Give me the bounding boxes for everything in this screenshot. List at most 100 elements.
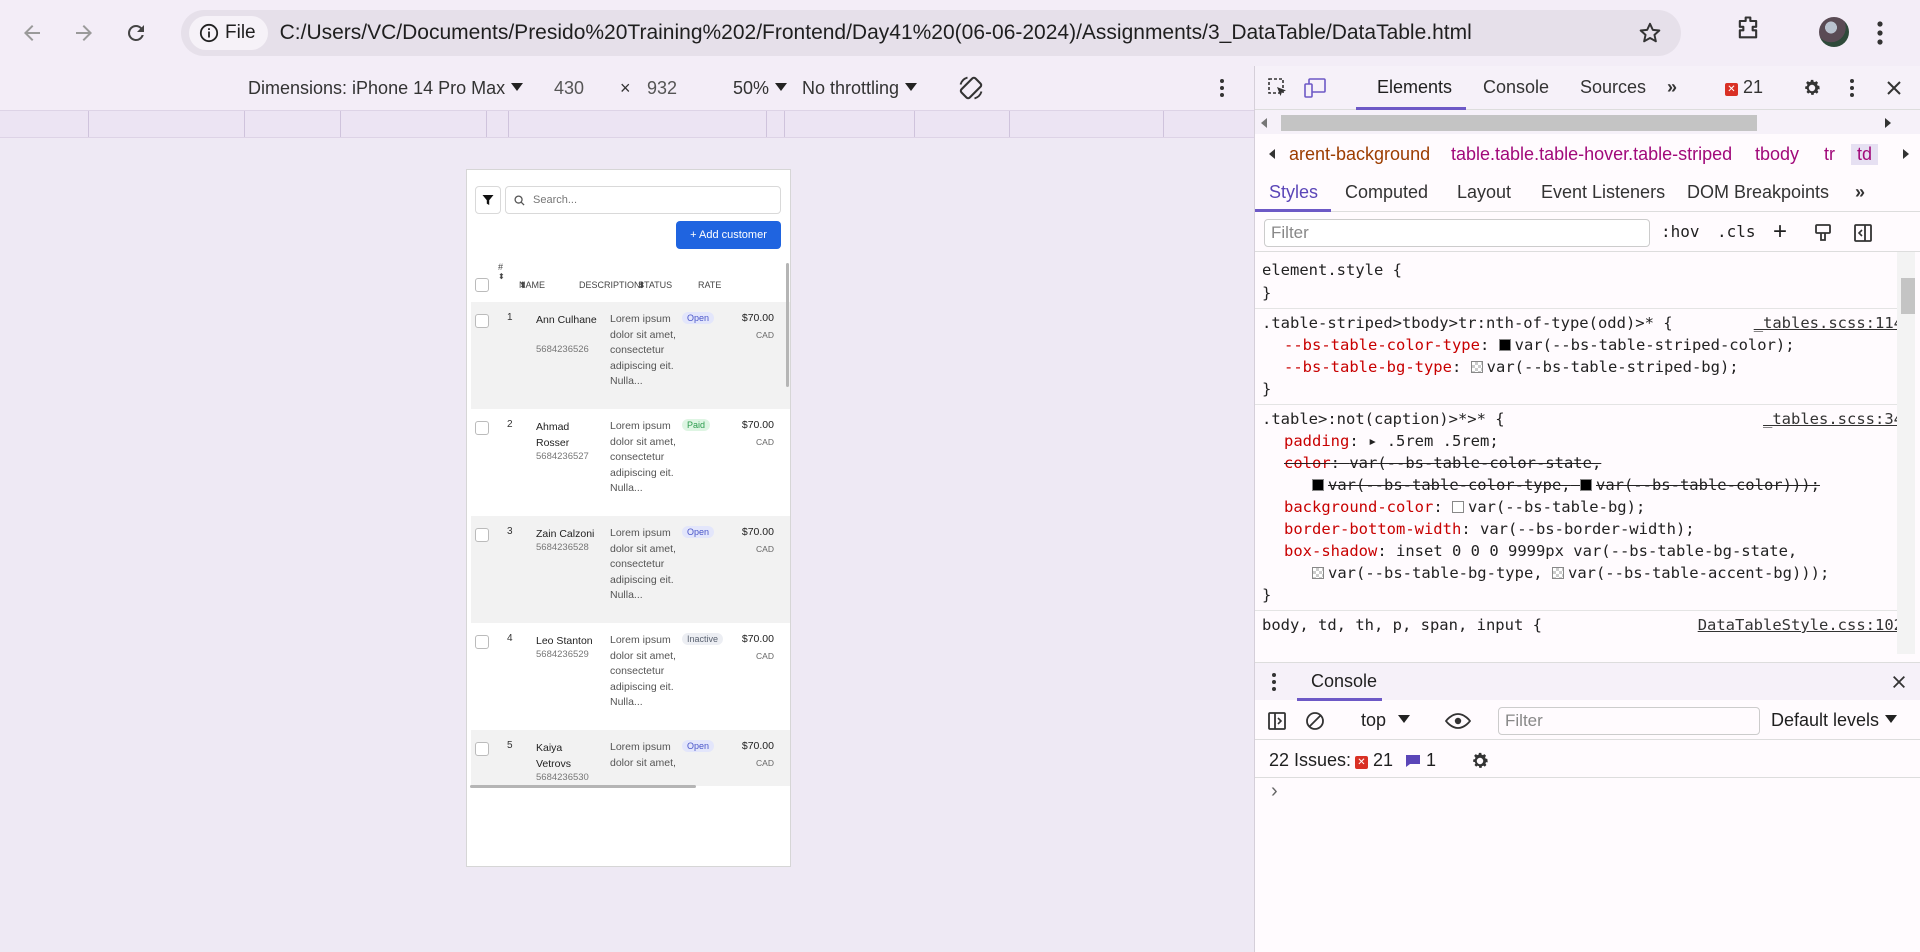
row-checkbox[interactable] bbox=[475, 314, 489, 328]
table-row[interactable]: 4 Leo Stanton 5684236529 Lorem ipsum dolor … bbox=[471, 623, 790, 730]
styles-filter-input[interactable]: Filter bbox=[1264, 219, 1650, 247]
rule-source-link[interactable]: DataTableStyle.css:102 bbox=[1698, 616, 1903, 634]
table-row[interactable]: 1 Ann Culhane 5684236526 Lorem ipsum dolor … bbox=[471, 302, 790, 409]
drawer-menu-icon[interactable] bbox=[1271, 672, 1277, 692]
inspect-element-icon[interactable] bbox=[1267, 77, 1289, 99]
css-declaration[interactable]: background-color: var(--bs-table-bg); bbox=[1284, 498, 1645, 516]
settings-gear-icon[interactable] bbox=[1801, 77, 1823, 99]
color-swatch[interactable] bbox=[1551, 567, 1564, 579]
scroll-left-icon[interactable] bbox=[1259, 117, 1269, 129]
settings-gear-icon[interactable] bbox=[1469, 750, 1491, 772]
css-declaration[interactable]: --bs-table-bg-type: var(--bs-table-strip… bbox=[1284, 358, 1739, 376]
chevron-right-icon[interactable] bbox=[1901, 148, 1911, 160]
add-customer-button[interactable]: + Add customer bbox=[676, 221, 781, 249]
error-counter[interactable]: ✕ 21 bbox=[1725, 77, 1763, 98]
drawer-tab-console[interactable]: Console bbox=[1311, 671, 1377, 692]
hov-toggle[interactable]: :hov bbox=[1661, 222, 1700, 241]
row-checkbox[interactable] bbox=[475, 742, 489, 756]
sidebar-toggle-icon[interactable] bbox=[1267, 711, 1287, 731]
eye-icon[interactable] bbox=[1445, 711, 1471, 731]
filter-button[interactable] bbox=[475, 186, 501, 214]
context-select[interactable]: top bbox=[1361, 710, 1411, 731]
back-button[interactable] bbox=[10, 11, 54, 55]
site-info-chip[interactable]: File bbox=[189, 16, 268, 50]
rule-selector[interactable]: element.style { bbox=[1262, 261, 1402, 279]
rotate-icon[interactable] bbox=[957, 74, 985, 102]
css-declaration-overridden[interactable]: color: var(--bs-table-color-state, bbox=[1284, 454, 1601, 472]
console-filter-input[interactable]: Filter bbox=[1498, 707, 1760, 735]
log-levels-select[interactable]: Default levels bbox=[1771, 710, 1898, 731]
select-all-checkbox[interactable] bbox=[475, 278, 489, 292]
zoom-select[interactable]: 50% bbox=[733, 78, 788, 99]
extensions-icon[interactable] bbox=[1734, 14, 1762, 42]
css-declaration[interactable]: --bs-table-color-type: var(--bs-table-st… bbox=[1284, 336, 1795, 354]
toggle-sidebar-icon[interactable] bbox=[1853, 223, 1873, 243]
rule-source-link[interactable]: _tables.scss:34 bbox=[1763, 410, 1903, 428]
css-declaration[interactable]: box-shadow: inset 0 0 0 9999px var(--bs-… bbox=[1284, 542, 1797, 560]
issues-bar[interactable]: 22 Issues: ✕ 21 1 bbox=[1255, 742, 1920, 778]
styles-vertical-scrollbar[interactable] bbox=[1897, 252, 1915, 654]
color-swatch[interactable] bbox=[1470, 361, 1483, 373]
forward-button[interactable] bbox=[62, 11, 106, 55]
media-query-ruler[interactable] bbox=[0, 110, 1254, 138]
header-status[interactable]: STATUS ⬍ bbox=[638, 280, 672, 291]
header-number[interactable]: # bbox=[498, 262, 503, 272]
elements-horizontal-scrollbar[interactable] bbox=[1255, 110, 1920, 134]
table-horizontal-scrollbar[interactable] bbox=[470, 785, 696, 788]
rule-selector[interactable]: body, td, th, p, span, input { bbox=[1262, 616, 1542, 634]
url-text[interactable]: C:/Users/VC/Documents/Presido%20Training… bbox=[280, 21, 1472, 45]
height-input[interactable]: 932 bbox=[647, 78, 677, 99]
close-icon[interactable] bbox=[1891, 674, 1907, 690]
tab-console[interactable]: Console bbox=[1483, 77, 1549, 98]
more-tabs-icon[interactable]: » bbox=[1667, 77, 1677, 98]
subtab-computed[interactable]: Computed bbox=[1345, 182, 1428, 203]
rule-source-link[interactable]: _tables.scss:114 bbox=[1754, 314, 1903, 332]
paint-brush-icon[interactable] bbox=[1813, 223, 1833, 243]
device-more-icon[interactable] bbox=[1219, 78, 1225, 98]
close-icon[interactable] bbox=[1885, 79, 1903, 97]
address-bar[interactable]: File C:/Users/VC/Documents/Presido%20Tra… bbox=[181, 10, 1681, 56]
cls-toggle[interactable]: .cls bbox=[1717, 222, 1756, 241]
scroll-right-icon[interactable] bbox=[1883, 117, 1893, 129]
clear-console-icon[interactable] bbox=[1305, 711, 1325, 731]
css-declaration[interactable]: border-bottom-width: var(--bs-border-wid… bbox=[1284, 520, 1695, 538]
width-input[interactable]: 430 bbox=[554, 78, 584, 99]
sort-icon[interactable]: ⬍ bbox=[498, 272, 505, 281]
css-declaration[interactable]: padding: ▸ .5rem .5rem; bbox=[1284, 432, 1499, 450]
more-subtabs-icon[interactable]: » bbox=[1855, 182, 1865, 203]
new-rule-icon[interactable]: + bbox=[1773, 218, 1787, 246]
header-name[interactable]: NAME ⬍ bbox=[519, 280, 545, 291]
devtools-menu-icon[interactable] bbox=[1849, 78, 1855, 98]
expand-triangle-icon[interactable]: ▸ bbox=[1368, 432, 1377, 450]
tab-sources[interactable]: Sources bbox=[1580, 77, 1646, 98]
table-row[interactable]: 3 Zain Calzoni 5684236528 Lorem ipsum dolor… bbox=[471, 516, 790, 623]
table-row[interactable]: 2 Ahmad Rosser 5684236527 Lorem ipsum dolor… bbox=[471, 409, 790, 516]
row-checkbox[interactable] bbox=[475, 528, 489, 542]
chevron-left-icon[interactable] bbox=[1267, 148, 1277, 160]
bookmark-star-icon[interactable] bbox=[1637, 20, 1663, 46]
color-swatch[interactable] bbox=[1498, 339, 1511, 351]
device-select[interactable]: Dimensions: iPhone 14 Pro Max bbox=[248, 78, 524, 99]
breadcrumb-item[interactable]: tr bbox=[1824, 144, 1835, 165]
device-toggle-icon[interactable] bbox=[1303, 77, 1327, 99]
breadcrumb-item[interactable]: arent-background bbox=[1289, 144, 1430, 165]
subtab-styles[interactable]: Styles bbox=[1269, 182, 1318, 203]
color-swatch[interactable] bbox=[1579, 479, 1592, 491]
color-swatch[interactable] bbox=[1451, 501, 1464, 513]
subtab-layout[interactable]: Layout bbox=[1457, 182, 1511, 203]
throttling-select[interactable]: No throttling bbox=[802, 78, 918, 99]
console-prompt[interactable]: › bbox=[1271, 780, 1278, 803]
profile-avatar[interactable] bbox=[1819, 17, 1849, 47]
subtab-dom-breakpoints[interactable]: DOM Breakpoints bbox=[1687, 182, 1829, 203]
reload-button[interactable] bbox=[114, 11, 158, 55]
row-checkbox[interactable] bbox=[475, 421, 489, 435]
table-row[interactable]: 5 Kaiya Vetrovs 5684236530 Lorem ipsum dolo… bbox=[471, 730, 790, 786]
color-swatch[interactable] bbox=[1312, 567, 1324, 579]
browser-menu-icon[interactable] bbox=[1876, 18, 1884, 48]
tab-elements[interactable]: Elements bbox=[1377, 77, 1452, 98]
search-input[interactable]: Search... bbox=[505, 186, 781, 214]
row-checkbox[interactable] bbox=[475, 635, 489, 649]
color-swatch[interactable] bbox=[1312, 479, 1324, 491]
rule-selector[interactable]: .table>:not(caption)>*>* { bbox=[1262, 410, 1505, 428]
subtab-event-listeners[interactable]: Event Listeners bbox=[1541, 182, 1665, 203]
